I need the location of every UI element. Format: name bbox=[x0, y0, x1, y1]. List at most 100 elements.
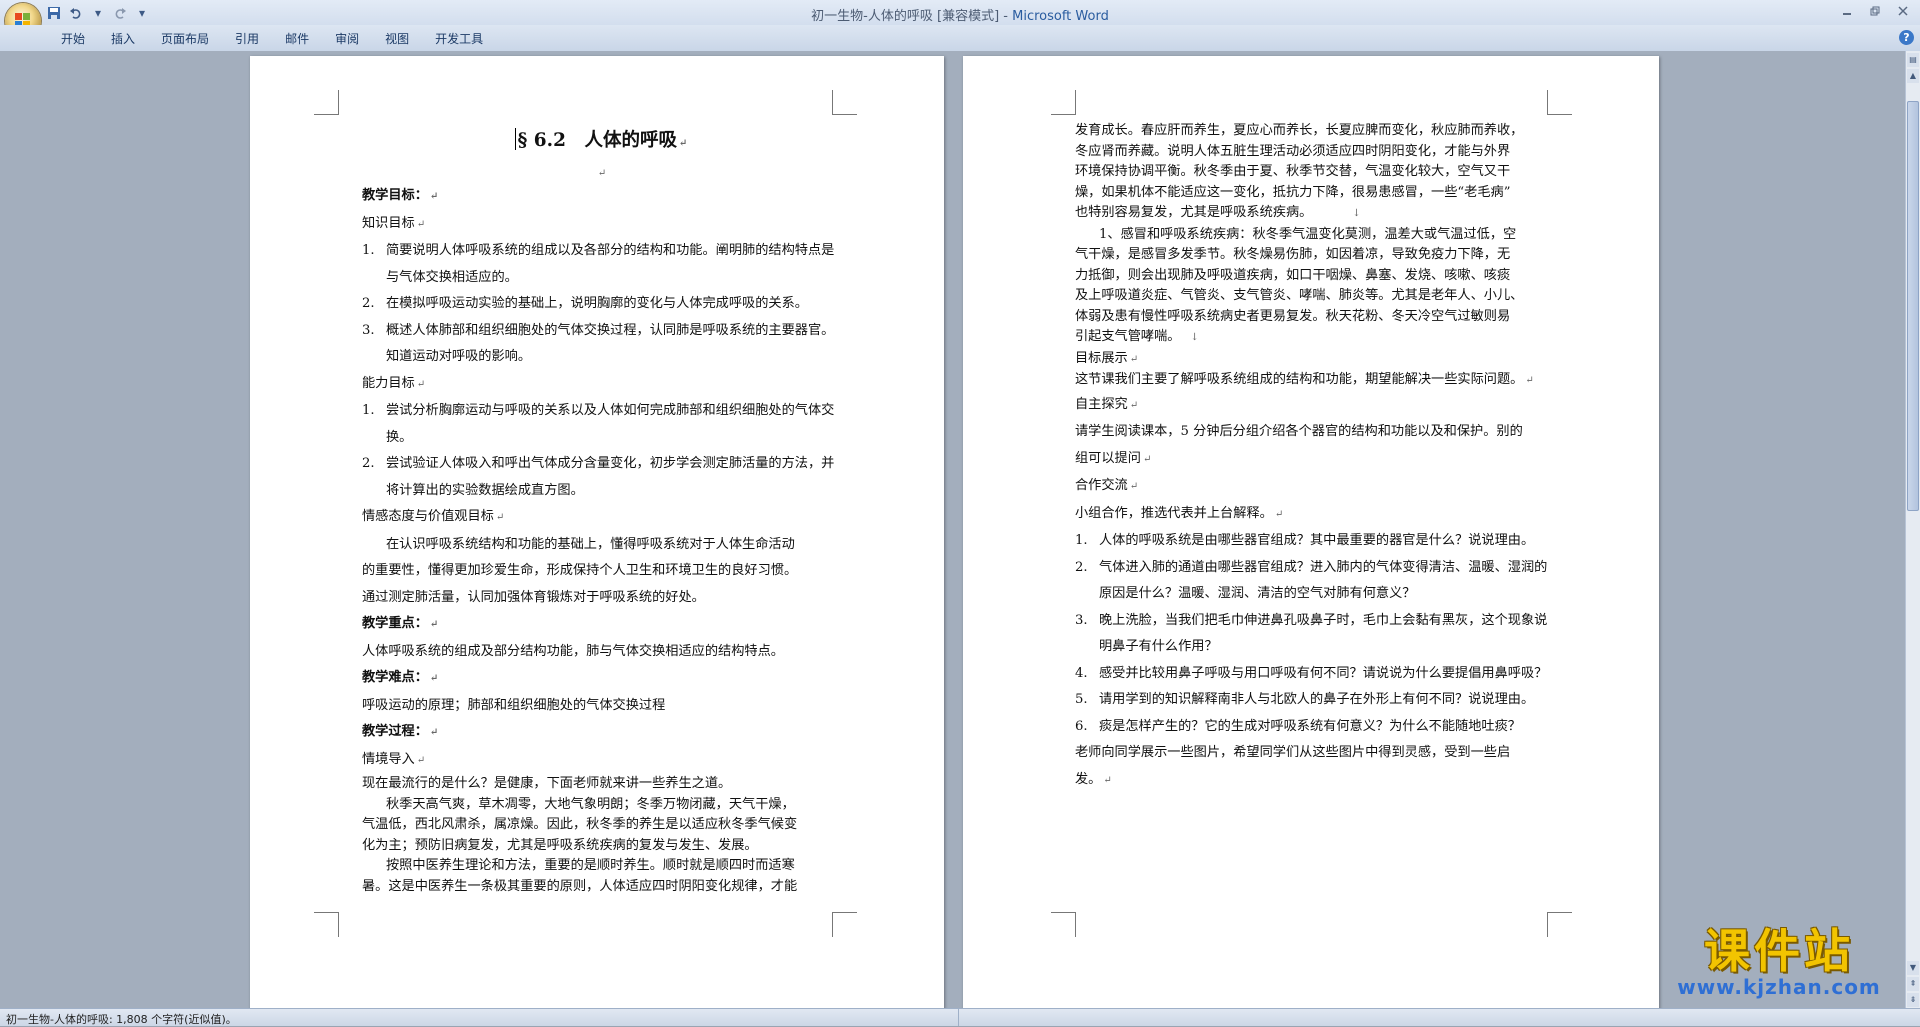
window-title: 初一生物-人体的呼吸 [兼容模式] - Microsoft Word bbox=[0, 5, 1920, 24]
crop-mark bbox=[1547, 912, 1572, 937]
tab-view[interactable]: 视图 bbox=[372, 30, 422, 48]
paragraph-mark: ↵ bbox=[495, 512, 505, 523]
undo-dropdown-icon[interactable]: ▾ bbox=[90, 5, 106, 21]
text: 小组合作，推选代表并上台解释。 bbox=[1075, 505, 1273, 521]
undo-icon[interactable] bbox=[68, 5, 84, 21]
tab-home[interactable]: 开始 bbox=[48, 30, 98, 48]
crop-mark bbox=[832, 912, 857, 937]
restore-icon[interactable] bbox=[1862, 3, 1888, 19]
list-item: 2. 气体进入肺的通道由哪些器官组成？进入肺内的气体变得清洁、温暖、湿润的原因是什… bbox=[1075, 555, 1553, 608]
scrollbar-thumb[interactable] bbox=[1907, 101, 1919, 511]
next-page-icon[interactable]: ⇟ bbox=[1907, 993, 1919, 1007]
text-line: 环境保持协调平衡。秋冬季由于夏、秋季节交替，气温变化较大，空气又干 bbox=[1075, 164, 1511, 179]
ribbon: 开始 插入 页面布局 引用 邮件 审阅 视图 开发工具 ? bbox=[0, 25, 1920, 52]
close-icon[interactable] bbox=[1890, 3, 1916, 19]
list-number: 6. bbox=[1075, 718, 1088, 734]
section-key-points: 教学重点： ↵ bbox=[362, 611, 840, 639]
list-item: 2. 在模拟呼吸运动实验的基础上，说明胸廓的变化与人体完成呼吸的关系。 bbox=[362, 291, 840, 318]
list-number: 3. bbox=[1075, 612, 1088, 628]
tab-review[interactable]: 审阅 bbox=[322, 30, 372, 48]
text: 情境导入 bbox=[362, 751, 415, 767]
title-bar: 初一生物-人体的呼吸 [兼容模式] - Microsoft Word ▾ ▾ bbox=[0, 0, 1920, 39]
tab-page-layout[interactable]: 页面布局 bbox=[148, 30, 222, 48]
text: 自主探究 bbox=[1075, 396, 1128, 412]
text-line: 也特别容易复发，尤其是呼吸系统疾病。 ↓ bbox=[1075, 203, 1553, 225]
text-line: 气干燥，是感冒多发季节。秋冬燥易伤肺，如因着凉，导致免疫力下降，无 bbox=[1075, 247, 1511, 262]
crop-mark bbox=[1547, 90, 1572, 115]
list-number: 5. bbox=[1075, 692, 1088, 707]
scroll-down-icon[interactable]: ▼ bbox=[1907, 961, 1919, 975]
text-line: 化为主；预防旧病复发，尤其是呼吸系统疾病的复发与发生、发展。 bbox=[362, 837, 758, 853]
paragraph-mark: ↵ bbox=[429, 673, 439, 684]
list-item: 3. 晚上洗脸，当我们把毛巾伸进鼻孔吸鼻子时，毛巾上会黏有黑灰，这个现象说明鼻子有… bbox=[1075, 608, 1553, 661]
save-icon[interactable] bbox=[46, 5, 62, 21]
help-icon[interactable]: ? bbox=[1899, 30, 1914, 45]
crop-mark bbox=[832, 90, 857, 115]
list-number: 2. bbox=[1075, 559, 1088, 575]
text-line: 通过测定肺活量，认同加强体育锻炼对于呼吸系统的好处。 bbox=[362, 589, 705, 605]
subsection-ability: 能力目标 ↵ bbox=[362, 371, 840, 399]
text-line: 暑。这是中医养生一条极其重要的原则，人体适应四时阴阳变化规律，才能 bbox=[362, 878, 798, 894]
list-number: 1. bbox=[362, 243, 375, 258]
text: 情感态度与价值观目标 bbox=[362, 509, 494, 524]
crop-mark bbox=[1051, 90, 1076, 115]
text: 能力目标 bbox=[362, 375, 415, 391]
text-line: 这节课我们主要了解呼吸系统组成的结构和功能，期望能解决一些实际问题。 ↵ bbox=[1075, 370, 1553, 392]
watermark-title: 课件站 bbox=[1704, 924, 1854, 978]
paragraph-mark: ↵ bbox=[678, 138, 688, 149]
minimize-icon[interactable] bbox=[1834, 3, 1860, 19]
line-break-mark: ↓ bbox=[1190, 332, 1199, 343]
document-page-1[interactable]: § 6.2 人体的呼吸 ↵ ↵ 教学目标： ↵ 知识目标 ↵ 1. 简要说明人体呼吸系统… bbox=[250, 56, 944, 1008]
paragraph-mark: ↵ bbox=[429, 619, 439, 630]
empty-paragraph: ↵ bbox=[362, 163, 840, 183]
text-line: 发。 ↵ bbox=[1075, 767, 1553, 795]
customize-toolbar-icon[interactable]: ▾ bbox=[134, 5, 150, 21]
text-line: 组可以提问 ↵ bbox=[1075, 446, 1553, 474]
crop-mark bbox=[314, 90, 339, 115]
redo-icon[interactable] bbox=[112, 5, 128, 21]
text-line: 人体呼吸系统的组成及部分结构功能，肺与气体交换相适应的结构特点。 bbox=[362, 643, 784, 659]
text-line: 在认识呼吸系统结构和功能的基础上，懂得呼吸系统对于人体生命活动 bbox=[386, 536, 795, 552]
document-heading: § 6.2 人体的呼吸 ↵ bbox=[362, 126, 840, 159]
section-difficulties: 教学难点： ↵ bbox=[362, 665, 840, 693]
list-text: 人体的呼吸系统是由哪些器官组成？其中最重要的器官是什么？说说理由。 bbox=[1099, 533, 1535, 548]
quick-access-toolbar: ▾ ▾ bbox=[46, 4, 150, 22]
text: 合作交流 bbox=[1075, 478, 1128, 493]
text-line: 冬应肾而养藏。说明人体五脏生理活动必须适应四时阴阳变化，才能与外界 bbox=[1075, 143, 1511, 159]
page-1-body: § 6.2 人体的呼吸 ↵ ↵ 教学目标： ↵ 知识目标 ↵ 1. 简要说明人体呼吸系统… bbox=[362, 126, 840, 897]
list-item: 1. 简要说明人体呼吸系统的组成以及各部分的结构和功能。阐明肺的结构特点是与气体交… bbox=[362, 238, 840, 291]
list-text: 简要说明人体呼吸系统的组成以及各部分的结构和功能。阐明肺的结构特点是与气体交换相… bbox=[386, 243, 835, 285]
text-line: 呼吸运动的原理；肺部和组织细胞处的气体交换过程 bbox=[362, 697, 666, 713]
list-item: 5. 请用学到的知识解释南非人与北欧人的鼻子在外形上有何不同？说说理由。 bbox=[1075, 687, 1553, 714]
text: 教学难点： bbox=[362, 670, 428, 685]
status-bar: 初一生物-人体的呼吸: 1,808 个字符(近似值)。 bbox=[0, 1008, 1920, 1026]
text-line: 引起支气管哮喘。 ↓ bbox=[1075, 327, 1553, 349]
subsection-cooperation: 合作交流 ↵ bbox=[1075, 473, 1553, 501]
paragraph-mark: ↵ bbox=[416, 218, 426, 230]
text-line: 气温低，西北风肃杀，属凉燥。因此，秋冬季的养生是以适应秋冬季气候变 bbox=[362, 817, 798, 832]
ruler-toggle-icon[interactable]: ▤ bbox=[1907, 53, 1919, 67]
tab-insert[interactable]: 插入 bbox=[98, 30, 148, 48]
text-line: 燥，如果机体不能适应这一变化，抵抗力下降，很易患感冒，一些“老毛病” bbox=[1075, 184, 1511, 200]
previous-page-icon[interactable]: ⇞ bbox=[1907, 977, 1919, 991]
paragraph-mark: ↵ bbox=[1274, 508, 1284, 520]
list-item: 6. 痰是怎样产生的？它的生成对呼吸系统有何意义？为什么不能随地吐痰？ bbox=[1075, 714, 1553, 741]
paragraph-mark: ↵ bbox=[597, 168, 607, 179]
tab-developer[interactable]: 开发工具 bbox=[422, 30, 496, 48]
paragraph-mark: ↵ bbox=[1103, 774, 1112, 786]
tab-references[interactable]: 引用 bbox=[222, 30, 272, 48]
text-line: 1、感冒和呼吸系统疾病：秋冬季气温变化莫测，温差大或气温过低，空 bbox=[1099, 226, 1517, 242]
scroll-up-icon[interactable]: ▲ bbox=[1907, 69, 1919, 83]
ribbon-tabs: 开始 插入 页面布局 引用 邮件 审阅 视图 开发工具 bbox=[48, 30, 496, 48]
document-page-2[interactable]: 发育成长。春应肝而养生，夏应心而养长，长夏应脾而变化，秋应肺而养收， 冬应肾而养… bbox=[963, 56, 1659, 1008]
text-line: 老师向同学展示一些图片，希望同学们从这些图片中得到灵感，受到一些启 bbox=[1075, 745, 1511, 760]
paragraph-mark: ↵ bbox=[1129, 399, 1139, 411]
list-number: 4. bbox=[1075, 665, 1088, 681]
vertical-scrollbar[interactable]: ▤ ▲ ▼ ⇞ ⇟ bbox=[1905, 51, 1920, 1008]
list-item: 3. 概述人体肺部和组织细胞处的气体交换过程，认同肺是呼吸系统的主要器官。知道运动… bbox=[362, 318, 840, 371]
paragraph-mark: ↵ bbox=[416, 378, 426, 390]
text-cursor bbox=[514, 128, 516, 150]
text: 组可以提问 bbox=[1075, 450, 1141, 466]
window-title-app: Microsoft Word bbox=[1012, 9, 1109, 24]
tab-mailings[interactable]: 邮件 bbox=[272, 30, 322, 48]
